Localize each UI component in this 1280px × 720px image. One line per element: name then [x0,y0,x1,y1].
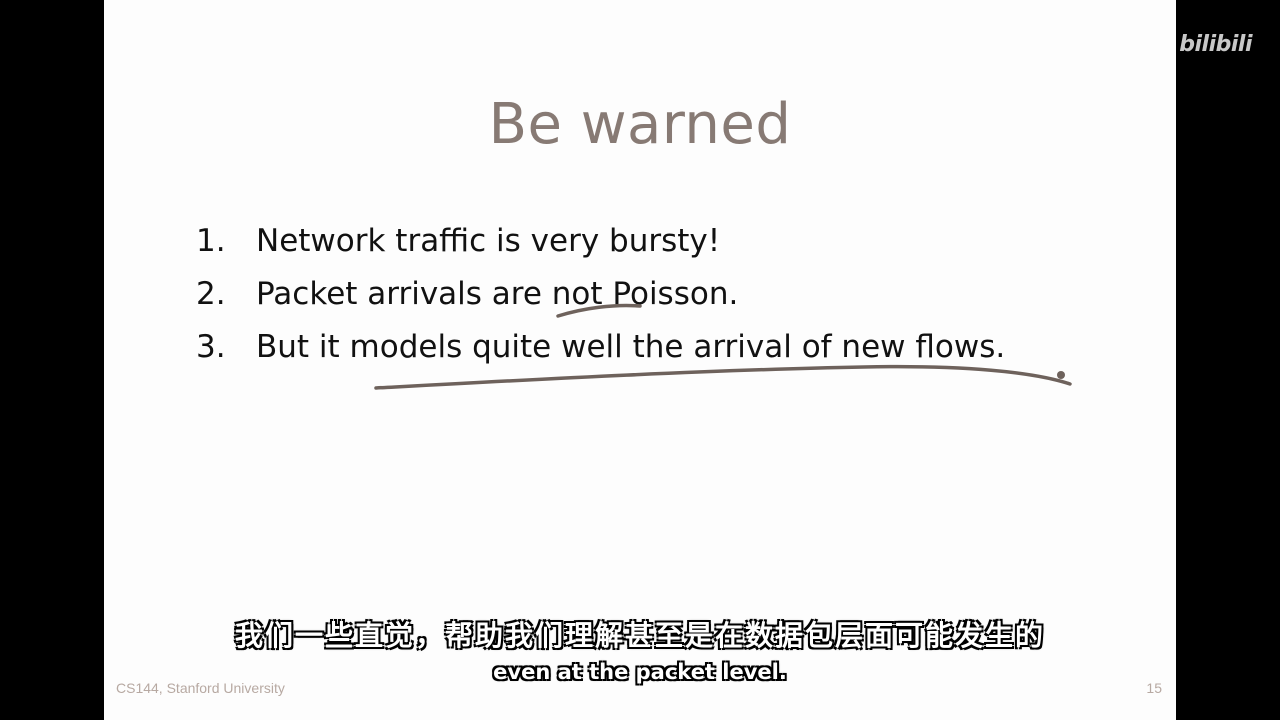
bullet-text: Packet arrivals are not Poisson. [256,275,739,312]
watermark-text: bilibili [1179,32,1252,57]
subtitle-english: even at the packet level. [493,660,787,684]
slide-title: Be warned [488,92,792,157]
bullet-number: 3. [196,328,226,365]
slide: Be warned 1. Network traffic is very bur… [104,0,1176,720]
ink-dot [1057,371,1065,379]
bullet-item-2: 2. Packet arrivals are not Poisson. [196,267,1005,320]
bullet-item-1: 1. Network traffic is very bursty! [196,214,1005,267]
bilibili-logo: bilibili [1179,32,1252,57]
bullet-list: 1. Network traffic is very bursty! 2. Pa… [196,214,1005,373]
bullet-number: 2. [196,275,226,312]
bullet-number: 1. [196,222,226,259]
video-frame: Be warned 1. Network traffic is very bur… [0,0,1280,720]
subtitle-chinese: 我们一些直觉，帮助我们理解甚至是在数据包层面可能发生的 [234,619,1045,652]
bullet-text: But it models quite well the arrival of … [256,328,1006,365]
bullet-text: Network traffic is very bursty! [256,222,721,259]
bullet-item-3: 3. But it models quite well the arrival … [196,320,1005,373]
